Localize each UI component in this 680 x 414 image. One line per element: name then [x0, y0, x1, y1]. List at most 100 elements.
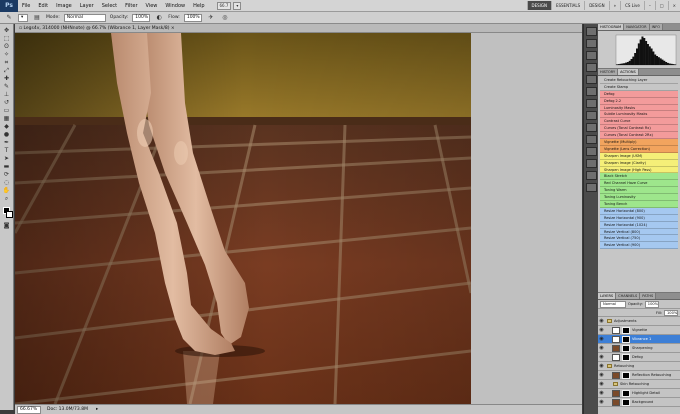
action-item[interactable]: Vignette (Lens Correction) [600, 145, 678, 153]
menu-select[interactable]: Select [98, 3, 121, 9]
shape-tool-icon[interactable]: ▬ [2, 163, 12, 170]
layer-mask-thumbnail[interactable] [622, 398, 630, 406]
action-item[interactable]: Resize Vertical (800) [600, 228, 678, 236]
action-item[interactable]: Toning Luminosity [600, 194, 678, 202]
menu-image[interactable]: Image [52, 3, 76, 9]
layer-row[interactable]: ◉ Vibrance 1 [598, 335, 680, 344]
action-item[interactable]: Create Stamp [600, 83, 678, 91]
layer-mask-thumbnail[interactable] [622, 353, 630, 361]
3d-rotate-tool-icon[interactable]: ⟳ [2, 171, 12, 178]
workspace-more-button[interactable]: » [608, 1, 620, 10]
action-item[interactable]: Subtle Luminosity Masks [600, 111, 678, 119]
layer-row[interactable]: ◉ Reflection Retouching [598, 371, 680, 380]
action-item[interactable]: Resize Vertical (900) [600, 242, 678, 250]
action-item[interactable]: Defog [600, 90, 678, 98]
mode-select[interactable]: Normal [63, 13, 106, 22]
action-item[interactable]: Curves (Tonal Contrast Rx) [600, 125, 678, 133]
menu-help[interactable]: Help [189, 3, 208, 9]
layer-row[interactable]: ◉ Defog [598, 353, 680, 362]
action-item[interactable]: Resize Vertical (750) [600, 235, 678, 243]
brush-size-picker[interactable]: ▾ [18, 13, 28, 22]
tab-channels[interactable]: CHANNELS [616, 293, 641, 299]
document-tab[interactable]: ▫ Legs4v, 314000 (NHNnote) @ 66.7% (Wibr… [15, 24, 582, 33]
brush-tool-icon[interactable]: ✎ [2, 83, 12, 90]
zoom-level-box[interactable]: 66.7 [216, 1, 232, 10]
brush-panel-icon[interactable]: ▤ [32, 14, 42, 21]
maximize-icon[interactable]: □ [654, 1, 668, 10]
eyedropper-tool-icon[interactable]: ⤢ [2, 67, 12, 74]
visibility-eye-icon[interactable]: ◉ [598, 318, 605, 324]
background-color-swatch[interactable] [5, 211, 13, 218]
workspace-design2-button[interactable]: DESIGN [584, 1, 608, 10]
panel-icon-1[interactable] [585, 27, 597, 36]
brush-preset-icon[interactable]: ✎ [4, 14, 14, 21]
tab-info[interactable]: INFO [649, 24, 663, 30]
action-item[interactable]: Black Stretch [600, 173, 678, 181]
3d-orbit-tool-icon[interactable]: ◌ [2, 179, 12, 186]
panel-icon-10[interactable] [585, 135, 597, 144]
tab-actions[interactable]: ACTIONS [618, 69, 639, 75]
close-icon[interactable]: × [667, 1, 680, 10]
action-item[interactable]: Sharpen Image (USM) [600, 152, 678, 160]
panel-icon-7[interactable] [585, 99, 597, 108]
layer-mask-thumbnail[interactable] [622, 389, 630, 397]
visibility-eye-icon[interactable]: ◉ [598, 372, 605, 378]
panel-icon-6[interactable] [585, 87, 597, 96]
history-brush-tool-icon[interactable]: ↺ [2, 99, 12, 106]
panel-icon-2[interactable] [585, 39, 597, 48]
action-item[interactable]: Sharpen Image (Clarity) [600, 159, 678, 167]
menu-layer[interactable]: Layer [76, 3, 98, 9]
pressure-size-icon[interactable]: ◎ [220, 14, 230, 21]
layer-row[interactable]: ◉ Sharpening [598, 344, 680, 353]
blur-tool-icon[interactable]: ◆ [2, 123, 12, 130]
visibility-eye-icon[interactable]: ◉ [598, 327, 605, 333]
menu-view[interactable]: View [142, 3, 162, 9]
visibility-eye-icon[interactable]: ◉ [598, 399, 605, 405]
opacity-field[interactable]: 100% [132, 13, 151, 22]
action-item[interactable]: Resize Horizontal (1024) [600, 221, 678, 229]
menu-edit[interactable]: Edit [34, 3, 52, 9]
minimize-icon[interactable]: – [643, 1, 655, 10]
layer-mask-thumbnail[interactable] [622, 326, 630, 334]
menu-filter[interactable]: Filter [121, 3, 141, 9]
visibility-eye-icon[interactable]: ◉ [598, 381, 605, 387]
visibility-eye-icon[interactable]: ◉ [598, 354, 605, 360]
panel-icon-4[interactable] [585, 63, 597, 72]
visibility-eye-icon[interactable]: ◉ [598, 363, 605, 369]
tab-navigator[interactable]: NAVIGATOR [624, 24, 650, 30]
crop-tool-icon[interactable]: ⌗ [2, 59, 12, 66]
layer-row[interactable]: ◉ Vignette [598, 326, 680, 335]
panel-icon-12[interactable] [585, 159, 597, 168]
workspace-design-button[interactable]: DESIGN [526, 1, 551, 10]
panel-icon-5[interactable] [585, 75, 597, 84]
layer-opacity-field[interactable]: 100% [644, 300, 659, 308]
type-tool-icon[interactable]: T [2, 147, 12, 154]
workspace-essentials-button[interactable]: ESSENTIALS [550, 1, 584, 10]
cs-live-button[interactable]: CS Live [620, 1, 644, 10]
tab-histogram[interactable]: HISTOGRAM [598, 24, 625, 30]
layer-mask-thumbnail[interactable] [622, 344, 630, 352]
hand-tool-icon[interactable]: ✋ [2, 187, 12, 194]
document-canvas[interactable] [15, 33, 471, 404]
action-item[interactable]: Sharpen Image (High Pass) [600, 166, 678, 174]
layer-fill-field[interactable]: 100% [664, 309, 678, 316]
tab-layers[interactable]: LAYERS [598, 293, 617, 299]
pen-tool-icon[interactable]: ✒ [2, 139, 12, 146]
action-item[interactable]: Luminosity Masks [600, 104, 678, 112]
panel-icon-11[interactable] [585, 147, 597, 156]
clone-stamp-tool-icon[interactable]: ⊥ [2, 91, 12, 98]
document-size-info[interactable]: Doc: 13.0M/73.8M [47, 407, 88, 412]
quick-select-tool-icon[interactable]: ✧ [2, 51, 12, 58]
action-item[interactable]: Red Channel Haze Curve [600, 180, 678, 188]
visibility-eye-icon[interactable]: ◉ [598, 336, 605, 342]
eraser-tool-icon[interactable]: ▭ [2, 107, 12, 114]
lasso-tool-icon[interactable]: ʘ [2, 43, 12, 50]
healing-tool-icon[interactable]: ✚ [2, 75, 12, 82]
layer-mask-thumbnail[interactable] [622, 335, 630, 343]
action-item[interactable]: Resize Horizontal (800) [600, 207, 678, 215]
visibility-eye-icon[interactable]: ◉ [598, 390, 605, 396]
gradient-tool-icon[interactable]: ▦ [2, 115, 12, 122]
quick-mask-icon[interactable]: ◙ [2, 222, 12, 229]
panel-icon-3[interactable] [585, 51, 597, 60]
tab-history[interactable]: HISTORY [598, 69, 619, 75]
